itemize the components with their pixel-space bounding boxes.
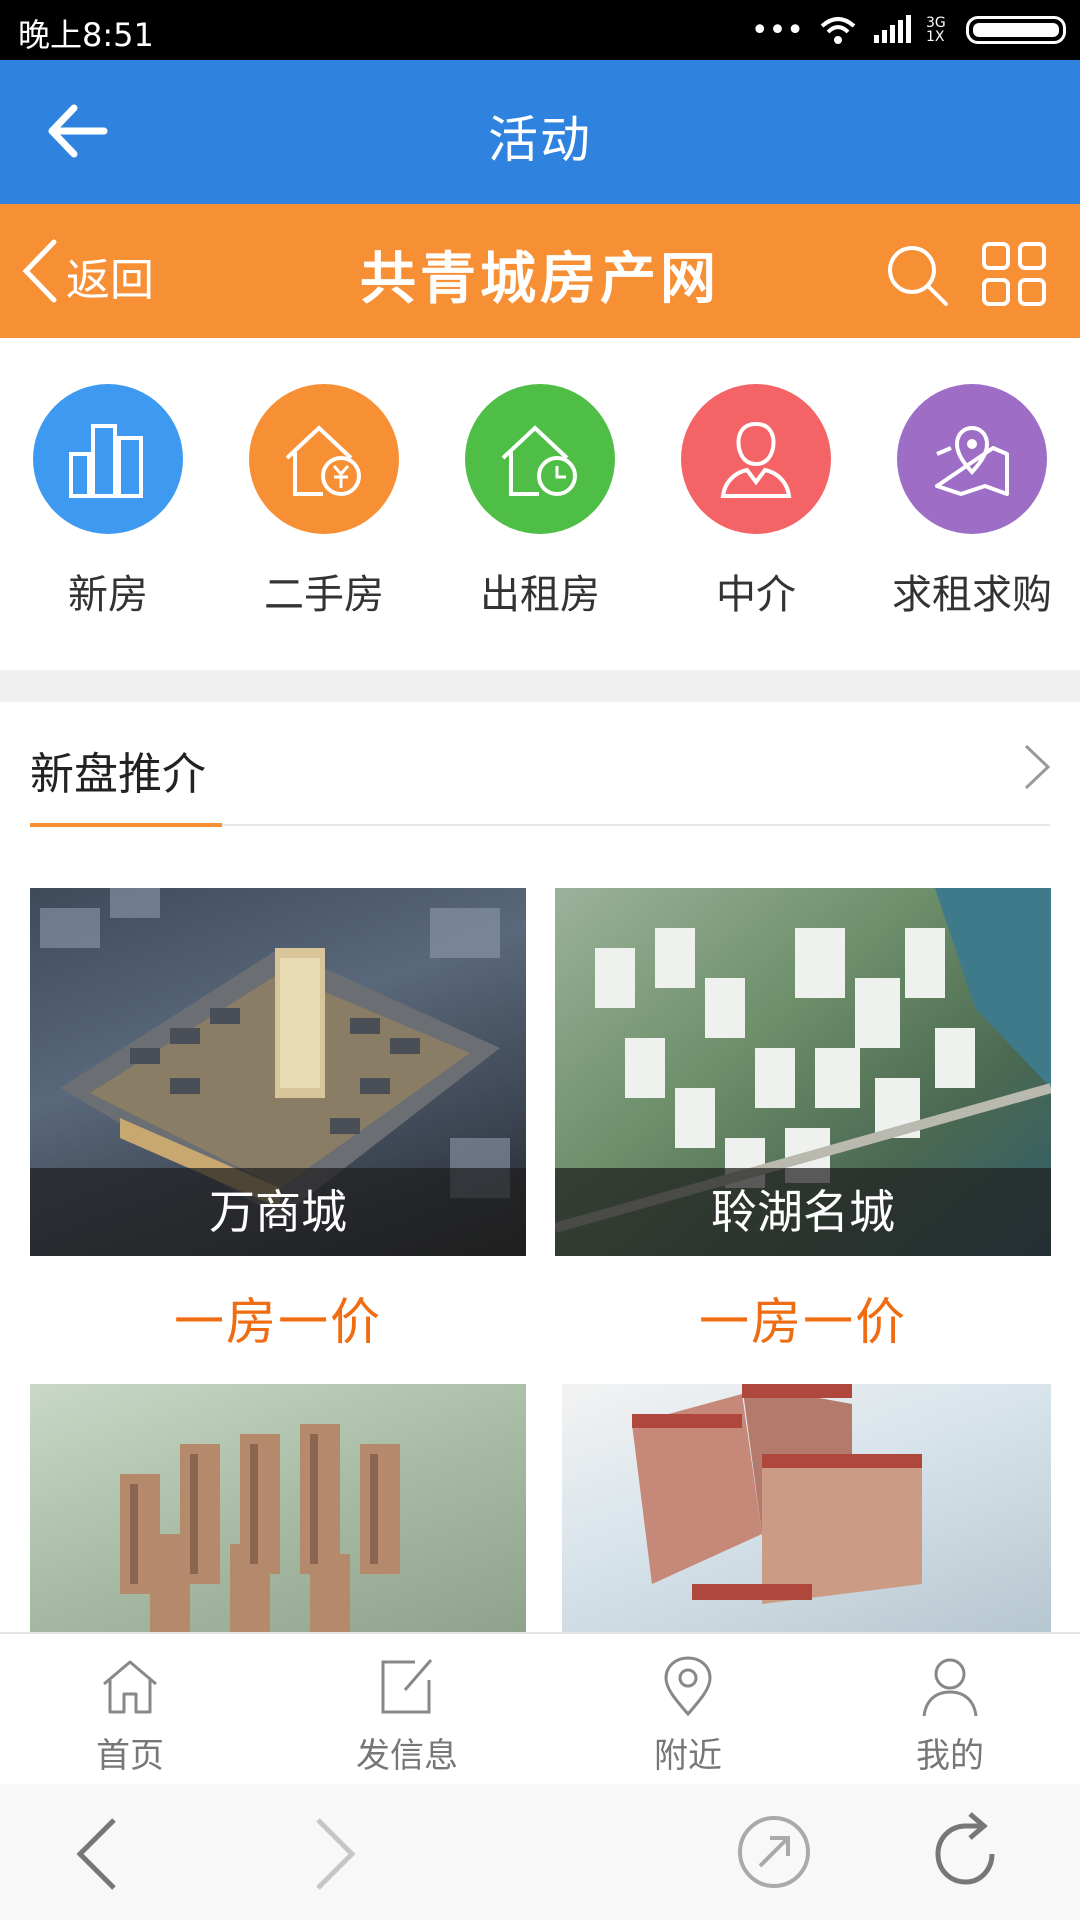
tab-label: 首页	[96, 1736, 164, 1776]
bottom-tab-bar: 首页 发信息 附近 我的	[0, 1632, 1080, 1786]
location-icon	[664, 1656, 712, 1717]
share-icon[interactable]	[736, 1814, 812, 1890]
category-second-hand[interactable]: 二手房	[216, 384, 432, 620]
status-time: 晚上8:51	[18, 16, 154, 54]
signal-icon	[874, 15, 911, 43]
site-header: 返回 共青城房产网	[0, 204, 1080, 338]
more-dots-icon: •••	[750, 12, 804, 48]
property-card-image[interactable]: 聆湖名城	[555, 888, 1051, 1256]
status-bar: 晚上8:51 ••• 3G 1X	[0, 0, 1080, 60]
tab-home[interactable]: 首页	[30, 1654, 230, 1777]
tab-post[interactable]: 发信息	[307, 1654, 507, 1777]
house-yen-icon	[249, 384, 399, 534]
browser-forward-icon[interactable]	[310, 1816, 360, 1892]
edit-icon	[381, 1659, 433, 1714]
property-card-image[interactable]	[562, 1384, 1051, 1632]
app-bar-title: 活动	[488, 111, 592, 169]
tab-label: 附近	[654, 1736, 722, 1776]
network-type: 3G 1X	[926, 15, 946, 45]
house-clock-icon	[465, 384, 615, 534]
refresh-icon[interactable]	[930, 1810, 1006, 1894]
section-underline	[30, 823, 222, 827]
property-price: 一房一价	[174, 1293, 382, 1351]
property-name: 聆湖名城	[555, 1168, 1051, 1256]
property-rendering	[632, 1384, 922, 1604]
property-name: 万商城	[30, 1168, 526, 1256]
grid-icon[interactable]	[982, 242, 1046, 306]
agent-icon	[681, 384, 831, 534]
tab-nearby[interactable]: 附近	[588, 1654, 788, 1777]
wifi-icon	[820, 17, 856, 44]
section-divider	[0, 670, 1080, 702]
battery-icon	[966, 16, 1066, 44]
section-title: 新盘推介	[30, 749, 206, 800]
category-new-house[interactable]: 新房	[0, 384, 216, 620]
browser-back-icon[interactable]	[72, 1816, 122, 1892]
map-pin-icon	[897, 384, 1047, 534]
search-icon[interactable]	[884, 242, 950, 308]
category-label: 新房	[68, 572, 148, 618]
property-rendering	[120, 1424, 400, 1632]
category-seeking[interactable]: 求租求购	[864, 384, 1080, 620]
buildings-icon	[33, 384, 183, 534]
category-label: 求租求购	[892, 572, 1052, 618]
property-card-image[interactable]: 万商城	[30, 888, 526, 1256]
chevron-right-icon[interactable]	[1020, 742, 1054, 792]
tab-label: 我的	[916, 1736, 984, 1776]
category-label: 中介	[716, 572, 796, 618]
category-label: 二手房	[264, 572, 384, 618]
home-icon	[103, 1660, 157, 1714]
user-icon	[922, 1658, 978, 1717]
category-label: 出租房	[480, 572, 600, 618]
property-price: 一房一价	[699, 1293, 907, 1351]
category-rental[interactable]: 出租房	[432, 384, 648, 620]
app-bar: 活动	[0, 60, 1080, 204]
tab-label: 发信息	[356, 1736, 458, 1776]
browser-toolbar	[0, 1784, 1080, 1920]
category-agent[interactable]: 中介	[648, 384, 864, 620]
tab-mine[interactable]: 我的	[850, 1654, 1050, 1777]
property-card-image[interactable]	[30, 1384, 526, 1632]
